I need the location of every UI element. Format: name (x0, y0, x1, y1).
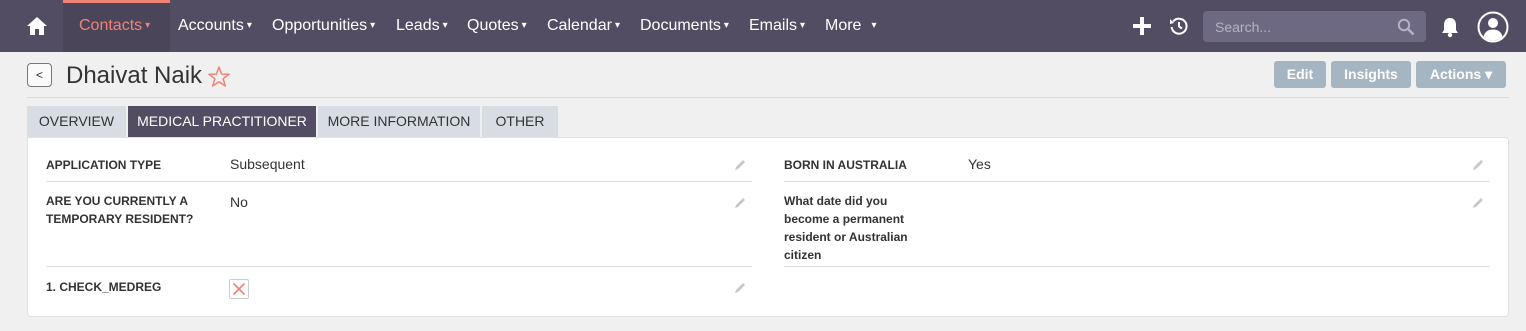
field-value-born-in-australia: Yes (968, 156, 991, 172)
row-divider (46, 266, 752, 267)
field-label-check-medreg: 1. CHECK_MEDREG (46, 280, 162, 294)
pencil-icon[interactable] (734, 158, 747, 171)
nav-item-more[interactable]: More ▾ (825, 0, 876, 52)
nav-item-label: Accounts (178, 17, 244, 35)
nav-item-leads[interactable]: Leads ▾ (396, 0, 448, 52)
back-button[interactable]: < (27, 63, 52, 87)
home-icon[interactable] (26, 15, 48, 37)
nav-item-label: More (825, 17, 862, 35)
field-value-temporary-resident: No (230, 194, 248, 210)
nav-item-contacts[interactable]: Contacts ▾ (63, 0, 170, 52)
record-title: Dhaivat Naik (66, 62, 203, 89)
nav-item-calendar[interactable]: Calendar ▾ (547, 0, 620, 52)
pencil-icon[interactable] (734, 196, 747, 209)
row-divider (46, 181, 752, 182)
history-icon[interactable] (1169, 16, 1189, 36)
nav-item-accounts[interactable]: Accounts ▾ (178, 0, 252, 52)
pencil-icon[interactable] (734, 281, 747, 294)
field-label-temporary-resident: ARE YOU CURRENTLY A TEMPORARY RESIDENT? (46, 192, 193, 228)
label-line: TEMPORARY RESIDENT? (46, 212, 194, 226)
chevron-down-icon: ▾ (246, 20, 252, 31)
insights-button[interactable]: Insights (1331, 61, 1411, 88)
field-label-permanent-resident-date: What date did you become a permanent res… (784, 192, 908, 264)
field-value-application-type: Subsequent (230, 156, 305, 172)
nav-item-quotes[interactable]: Quotes ▾ (467, 0, 527, 52)
chevron-down-icon: ▾ (614, 20, 620, 31)
label-line: ARE YOU CURRENTLY A (46, 194, 189, 208)
nav-item-label: Documents (640, 17, 721, 35)
top-navigation-bar: Contacts ▾ Accounts ▾ Opportunities ▾ Leads… (0, 0, 1526, 52)
row-divider (784, 266, 1490, 267)
nav-item-label: Contacts (79, 17, 143, 35)
label-line: citizen (784, 248, 822, 262)
chevron-down-icon: ▾ (370, 20, 376, 31)
tab-other[interactable]: OTHER (482, 106, 558, 137)
chevron-down-icon: ▾ (521, 20, 527, 31)
nav-item-label: Leads (396, 17, 440, 35)
search-input[interactable] (1203, 11, 1426, 42)
field-label-application-type: APPLICATION TYPE (46, 158, 162, 172)
search-icon[interactable] (1397, 18, 1415, 36)
pencil-icon[interactable] (1472, 196, 1485, 209)
tab-overview[interactable]: OVERVIEW (27, 106, 126, 137)
nav-item-opportunities[interactable]: Opportunities ▾ (272, 0, 375, 52)
bell-icon[interactable] (1440, 16, 1460, 38)
check-medreg-checkbox[interactable] (229, 279, 249, 299)
nav-item-label: Quotes (467, 17, 519, 35)
tab-medical-practitioner[interactable]: MEDICAL PRACTITIONER (128, 106, 316, 137)
user-avatar-icon[interactable] (1477, 11, 1509, 43)
label-line: What date did you (784, 194, 888, 208)
nav-item-documents[interactable]: Documents ▾ (640, 0, 729, 52)
pencil-icon[interactable] (1472, 158, 1485, 171)
chevron-down-icon: ▾ (871, 20, 877, 31)
nav-item-label: Emails (749, 17, 798, 35)
nav-item-emails[interactable]: Emails ▾ (749, 0, 805, 52)
chevron-down-icon: ▾ (145, 20, 151, 31)
favorite-star-icon[interactable] (207, 65, 231, 89)
tab-more-information[interactable]: MORE INFORMATION (318, 106, 480, 137)
chevron-down-icon: ▾ (442, 20, 448, 31)
actions-button[interactable]: Actions ▾ (1416, 61, 1506, 88)
label-line: become a permanent (784, 212, 905, 226)
edit-button[interactable]: Edit (1274, 61, 1326, 88)
label-line: resident or Australian (784, 230, 908, 244)
nav-item-label: Calendar (547, 17, 612, 35)
field-label-born-in-australia: BORN IN AUSTRALIA (784, 158, 907, 172)
plus-icon[interactable] (1131, 15, 1153, 37)
row-divider (784, 181, 1490, 182)
header-divider (27, 97, 1509, 98)
chevron-down-icon: ▾ (723, 20, 729, 31)
chevron-down-icon: ▾ (800, 20, 806, 31)
nav-item-label: Opportunities (272, 17, 368, 35)
unchecked-x-icon (232, 282, 246, 296)
